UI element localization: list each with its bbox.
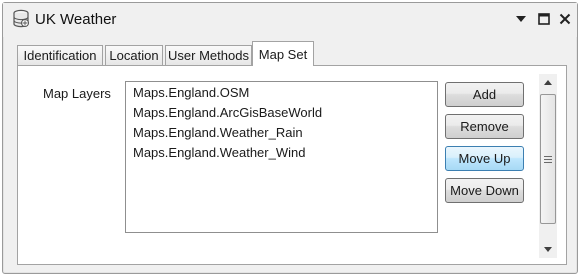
tab-identification[interactable]: Identification	[17, 45, 103, 65]
pin-dropdown-icon[interactable]	[513, 11, 529, 27]
tab-label: Map Set	[258, 46, 308, 62]
scroll-thumb[interactable]	[540, 94, 556, 224]
scroll-up-arrow-icon[interactable]	[539, 74, 557, 91]
maximize-icon[interactable]	[536, 11, 552, 27]
list-item[interactable]: Maps.England.Weather_Wind	[126, 143, 437, 163]
tab-user-methods[interactable]: User Methods	[165, 45, 252, 65]
database-icon	[11, 9, 31, 29]
window: UK Weather Identification Location User …	[2, 2, 578, 274]
tab-label: Location	[109, 48, 159, 63]
scroll-down-arrow-icon[interactable]	[539, 241, 557, 258]
move-up-button[interactable]: Move Up	[445, 146, 524, 171]
tab-map-set[interactable]: Map Set	[252, 41, 314, 66]
close-icon[interactable]	[557, 11, 573, 27]
move-down-button[interactable]: Move Down	[445, 178, 524, 203]
add-button[interactable]: Add	[445, 82, 524, 107]
tab-label: User Methods	[168, 48, 249, 63]
grip-icon	[544, 155, 552, 163]
tab-label: Identification	[23, 48, 97, 63]
vertical-scrollbar[interactable]	[539, 74, 557, 258]
tab-location[interactable]: Location	[105, 45, 163, 65]
list-item[interactable]: Maps.England.ArcGisBaseWorld	[126, 103, 437, 123]
remove-button[interactable]: Remove	[445, 114, 524, 139]
title-bar: UK Weather	[3, 3, 577, 37]
map-set-panel: Map Layers Maps.England.OSM Maps.England…	[17, 65, 567, 265]
map-layers-list[interactable]: Maps.England.OSM Maps.England.ArcGisBase…	[125, 81, 438, 233]
window-title: UK Weather	[35, 11, 117, 28]
list-item[interactable]: Maps.England.Weather_Rain	[126, 123, 437, 143]
list-item[interactable]: Maps.England.OSM	[126, 83, 437, 103]
map-layers-label: Map Layers	[43, 86, 111, 101]
